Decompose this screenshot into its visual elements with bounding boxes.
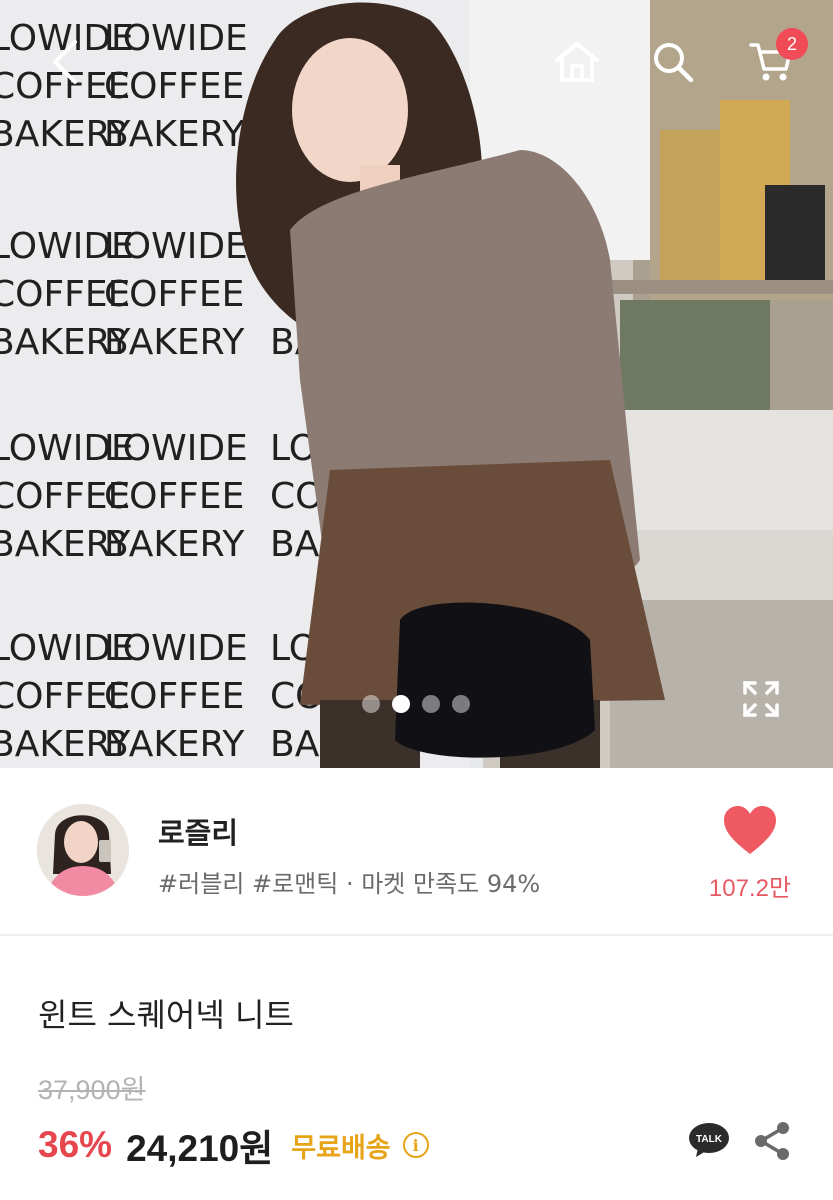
wall-text: LOWIDE bbox=[104, 18, 248, 59]
home-icon bbox=[555, 42, 599, 82]
back-arrow-icon bbox=[53, 40, 77, 84]
expand-icon bbox=[743, 681, 779, 717]
sale-price: 24,210원 bbox=[126, 1128, 274, 1169]
wall-text: COFFEE bbox=[104, 476, 244, 517]
seller-tags: #러블리 #로맨틱 · 마켓 만족도 94% bbox=[158, 870, 541, 898]
seller-section[interactable]: 로즐리 #러블리 #로맨틱 · 마켓 만족도 94% 107.2만 bbox=[0, 768, 833, 936]
seller-avatar[interactable] bbox=[37, 804, 129, 896]
info-icon[interactable]: i bbox=[402, 1132, 429, 1158]
fullscreen-button[interactable] bbox=[736, 674, 786, 724]
carousel-dot[interactable] bbox=[452, 695, 470, 713]
share-icon[interactable] bbox=[752, 1120, 792, 1162]
like-count: 107.2만 bbox=[708, 875, 792, 902]
wall-text: COFFEE bbox=[104, 274, 244, 315]
talk-label: TALK bbox=[696, 1134, 723, 1145]
wall-text: BAKERY bbox=[104, 524, 245, 565]
back-button[interactable] bbox=[38, 34, 90, 90]
heart-icon[interactable] bbox=[722, 804, 778, 856]
search-icon bbox=[654, 43, 694, 83]
wall-text: COFFEE bbox=[104, 66, 244, 107]
wall-text: LOWIDE bbox=[104, 628, 248, 669]
wall-text: BAKERY bbox=[104, 322, 245, 363]
wall-text: BAKERY bbox=[104, 114, 245, 155]
wall-text: LOWIDE bbox=[104, 226, 248, 267]
carousel-dot-active[interactable] bbox=[392, 695, 410, 713]
carousel-dot[interactable] bbox=[422, 695, 440, 713]
product-image-carousel[interactable]: LOWIDE COFFEE BAKERY LOWIDE COFFEE BAKERY LOWI… bbox=[0, 0, 833, 768]
discount-rate: 36% bbox=[38, 1124, 113, 1165]
free-shipping-label: 무료배송 bbox=[291, 1132, 391, 1164]
home-button[interactable] bbox=[548, 36, 606, 88]
original-price: 37,900원 bbox=[38, 1075, 146, 1105]
seller-name[interactable]: 로즐리 bbox=[158, 810, 238, 852]
product-title: 윈트 스퀘어넥 니트 bbox=[38, 996, 294, 1034]
search-button[interactable] bbox=[646, 36, 700, 88]
kakao-talk-icon[interactable]: TALK bbox=[688, 1122, 730, 1158]
wall-text: LOWIDE bbox=[104, 428, 248, 469]
carousel-indicator bbox=[362, 695, 470, 713]
wall-text: BAKERY bbox=[104, 724, 245, 765]
cart-count-badge: 2 bbox=[776, 28, 808, 60]
wall-text: COFFEE bbox=[104, 676, 244, 717]
product-photo: LOWIDE COFFEE BAKERY LOWIDE COFFEE BAKERY LOWI… bbox=[0, 0, 833, 768]
carousel-dot[interactable] bbox=[362, 695, 380, 713]
avatar-image bbox=[37, 804, 129, 896]
price-row: 36% 24,210원 무료배송 i bbox=[38, 1118, 429, 1172]
